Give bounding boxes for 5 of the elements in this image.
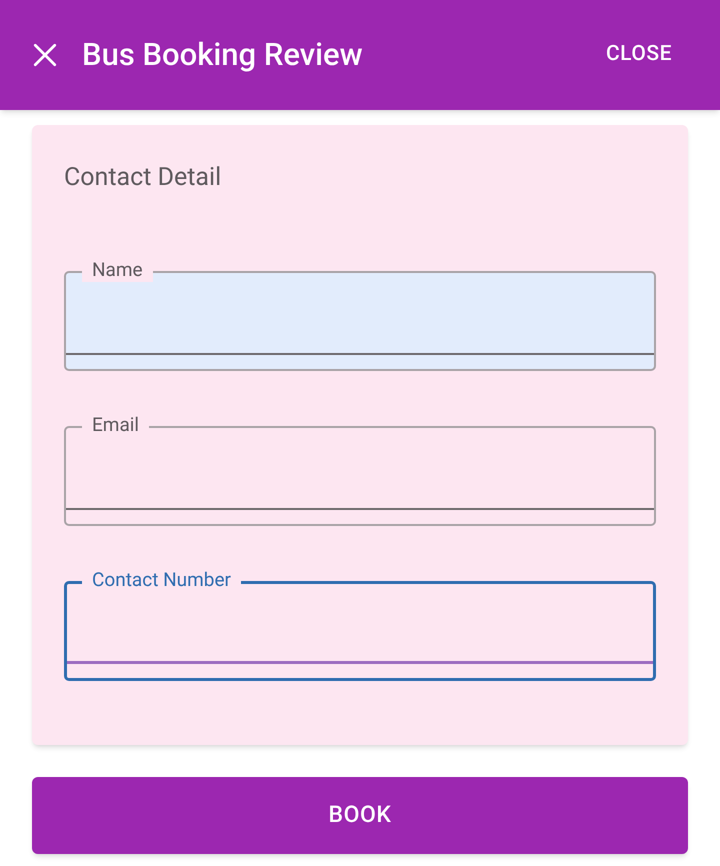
section-title: Contact Detail <box>64 162 222 194</box>
close-icon[interactable] <box>32 42 58 68</box>
page-title: Bus Booking Review <box>82 34 363 75</box>
close-button[interactable]: CLOSE <box>606 39 672 71</box>
book-button[interactable]: BOOK <box>32 777 688 854</box>
